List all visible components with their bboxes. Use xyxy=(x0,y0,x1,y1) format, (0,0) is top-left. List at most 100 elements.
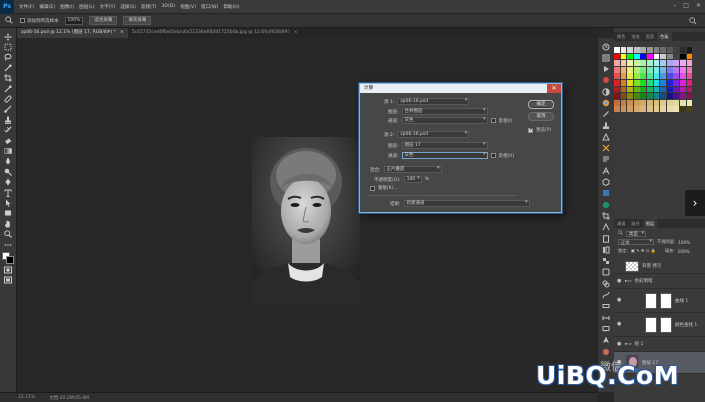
color-swatch[interactable] xyxy=(620,47,627,53)
color-swatch[interactable] xyxy=(633,60,640,66)
menu-window[interactable]: 窗口(W) xyxy=(201,4,218,10)
source1-file-select[interactable]: zp06-16.psd xyxy=(397,98,470,105)
history-icon[interactable] xyxy=(602,42,611,51)
color-swatch[interactable] xyxy=(614,93,620,99)
tab-active-document[interactable]: zp06-16.psd @ 12.1% (图层 17, RGB/8#) * × xyxy=(17,28,128,38)
color-swatch[interactable] xyxy=(640,60,647,66)
tab-swatches[interactable]: 色板 xyxy=(657,32,672,41)
color-swatch[interactable] xyxy=(614,47,620,53)
color-swatch[interactable] xyxy=(614,99,620,106)
healing-brush-tool-icon[interactable] xyxy=(3,94,14,103)
lock-icon[interactable]: ▣ ✎ ✥ ⊡ 🔒 xyxy=(631,248,656,254)
color-swatch[interactable] xyxy=(680,47,686,53)
color-swatch[interactable] xyxy=(680,93,686,99)
color-swatch[interactable] xyxy=(660,53,666,60)
type-tool-icon[interactable] xyxy=(3,188,14,197)
color-swatch[interactable] xyxy=(673,86,680,93)
color-swatch[interactable] xyxy=(620,99,627,106)
color-swatch[interactable] xyxy=(673,80,680,86)
menu-help[interactable]: 帮助(H) xyxy=(223,4,239,10)
clone-stamp-tool-icon[interactable] xyxy=(3,115,14,124)
tool-presets-icon[interactable] xyxy=(602,132,611,141)
source1-channel-select[interactable]: 灰色 xyxy=(401,117,488,124)
tab-paths[interactable]: 路径 xyxy=(628,219,642,228)
brush-tool-icon[interactable] xyxy=(3,105,14,114)
zoom-tool-icon[interactable] xyxy=(4,15,14,26)
color-swatch[interactable] xyxy=(640,66,647,73)
paragraph-icon[interactable] xyxy=(602,155,611,164)
color-swatch[interactable] xyxy=(627,73,633,80)
tab-layers[interactable]: 图层 xyxy=(642,219,658,228)
swatches-grid[interactable] xyxy=(614,47,696,129)
more-tools-icon[interactable] xyxy=(3,240,14,249)
cross-tools-icon[interactable] xyxy=(602,144,611,153)
crop-tool-icon[interactable] xyxy=(3,74,14,83)
timeline-icon[interactable] xyxy=(602,302,611,311)
tab-color[interactable]: 颜色 xyxy=(614,32,628,41)
tab-second-document[interactable]: 5c45735ced0f6e/5eb/a6a52336e6fbf41725b0b… xyxy=(128,28,302,38)
color-swatch[interactable] xyxy=(647,80,653,86)
color-swatch[interactable] xyxy=(673,93,680,99)
color-swatches[interactable] xyxy=(1,252,15,265)
zoom-icon[interactable] xyxy=(3,229,14,239)
color-swatch[interactable] xyxy=(666,60,673,66)
color-swatch[interactable] xyxy=(680,106,686,113)
navigator-icon[interactable] xyxy=(602,336,611,345)
color-swatch[interactable] xyxy=(673,47,680,53)
menu-layer[interactable]: 图层(L) xyxy=(79,4,94,10)
maximize-icon[interactable]: □ xyxy=(683,2,689,9)
color-swatch[interactable] xyxy=(620,66,627,73)
color-swatch[interactable] xyxy=(653,47,660,53)
color-swatch[interactable] xyxy=(653,53,660,60)
color-swatch[interactable] xyxy=(653,66,660,73)
color-swatch[interactable] xyxy=(680,66,686,73)
history-brush-tool-icon[interactable] xyxy=(3,126,14,135)
color-swatch[interactable] xyxy=(653,86,660,93)
color-swatch[interactable] xyxy=(660,99,666,106)
eye-icon[interactable] xyxy=(617,264,622,269)
opacity-input[interactable]: 100 xyxy=(403,176,422,183)
color-swatch[interactable] xyxy=(620,73,627,80)
color-swatch[interactable] xyxy=(686,93,693,99)
menu-edit[interactable]: 编辑(E) xyxy=(39,4,55,10)
menu-view[interactable]: 视图(V) xyxy=(180,4,196,10)
layer-row[interactable]: ● 曲线 1 xyxy=(614,289,705,313)
3d-icon[interactable] xyxy=(602,178,611,187)
color-swatch[interactable] xyxy=(627,86,633,93)
color-swatch[interactable] xyxy=(686,66,693,73)
color-swatch[interactable] xyxy=(620,60,627,66)
color-swatch[interactable] xyxy=(627,47,633,53)
color-swatch[interactable] xyxy=(633,47,640,53)
color-swatch[interactable] xyxy=(633,73,640,80)
color-swatch[interactable] xyxy=(680,60,686,66)
search-icon[interactable] xyxy=(689,17,697,25)
menu-type[interactable]: 文字(Y) xyxy=(100,4,116,10)
eraser-tool-icon[interactable] xyxy=(3,136,14,145)
hand-tool-icon[interactable] xyxy=(3,219,14,228)
color-swatch[interactable] xyxy=(660,80,666,86)
color-swatch[interactable] xyxy=(666,99,673,106)
source2-channel-select[interactable]: 灰色 xyxy=(401,152,488,159)
color-swatch[interactable] xyxy=(633,99,640,106)
color-swatch[interactable] xyxy=(640,93,647,99)
color-swatch[interactable] xyxy=(640,86,647,93)
color-swatch[interactable] xyxy=(673,60,680,66)
color-swatch[interactable] xyxy=(660,47,666,53)
color-swatch[interactable] xyxy=(620,80,627,86)
color-swatch[interactable] xyxy=(627,99,633,106)
eyedropper-tool-icon[interactable] xyxy=(3,84,14,93)
color-swatch[interactable] xyxy=(680,80,686,86)
color-swatch[interactable] xyxy=(614,73,620,80)
color-swatch[interactable] xyxy=(647,106,653,113)
layer-filter-select[interactable]: 类型 xyxy=(626,230,646,237)
color-swatch[interactable] xyxy=(686,86,693,93)
color-swatch[interactable] xyxy=(640,47,647,53)
background-color[interactable] xyxy=(5,256,14,265)
eye-icon[interactable]: ● xyxy=(617,298,622,303)
color-swatch[interactable] xyxy=(633,53,640,60)
color-swatch[interactable] xyxy=(673,99,680,106)
styles-icon[interactable] xyxy=(602,268,611,277)
info-icon[interactable] xyxy=(602,76,611,85)
color-swatch[interactable] xyxy=(660,73,666,80)
color-swatch[interactable] xyxy=(640,53,647,60)
